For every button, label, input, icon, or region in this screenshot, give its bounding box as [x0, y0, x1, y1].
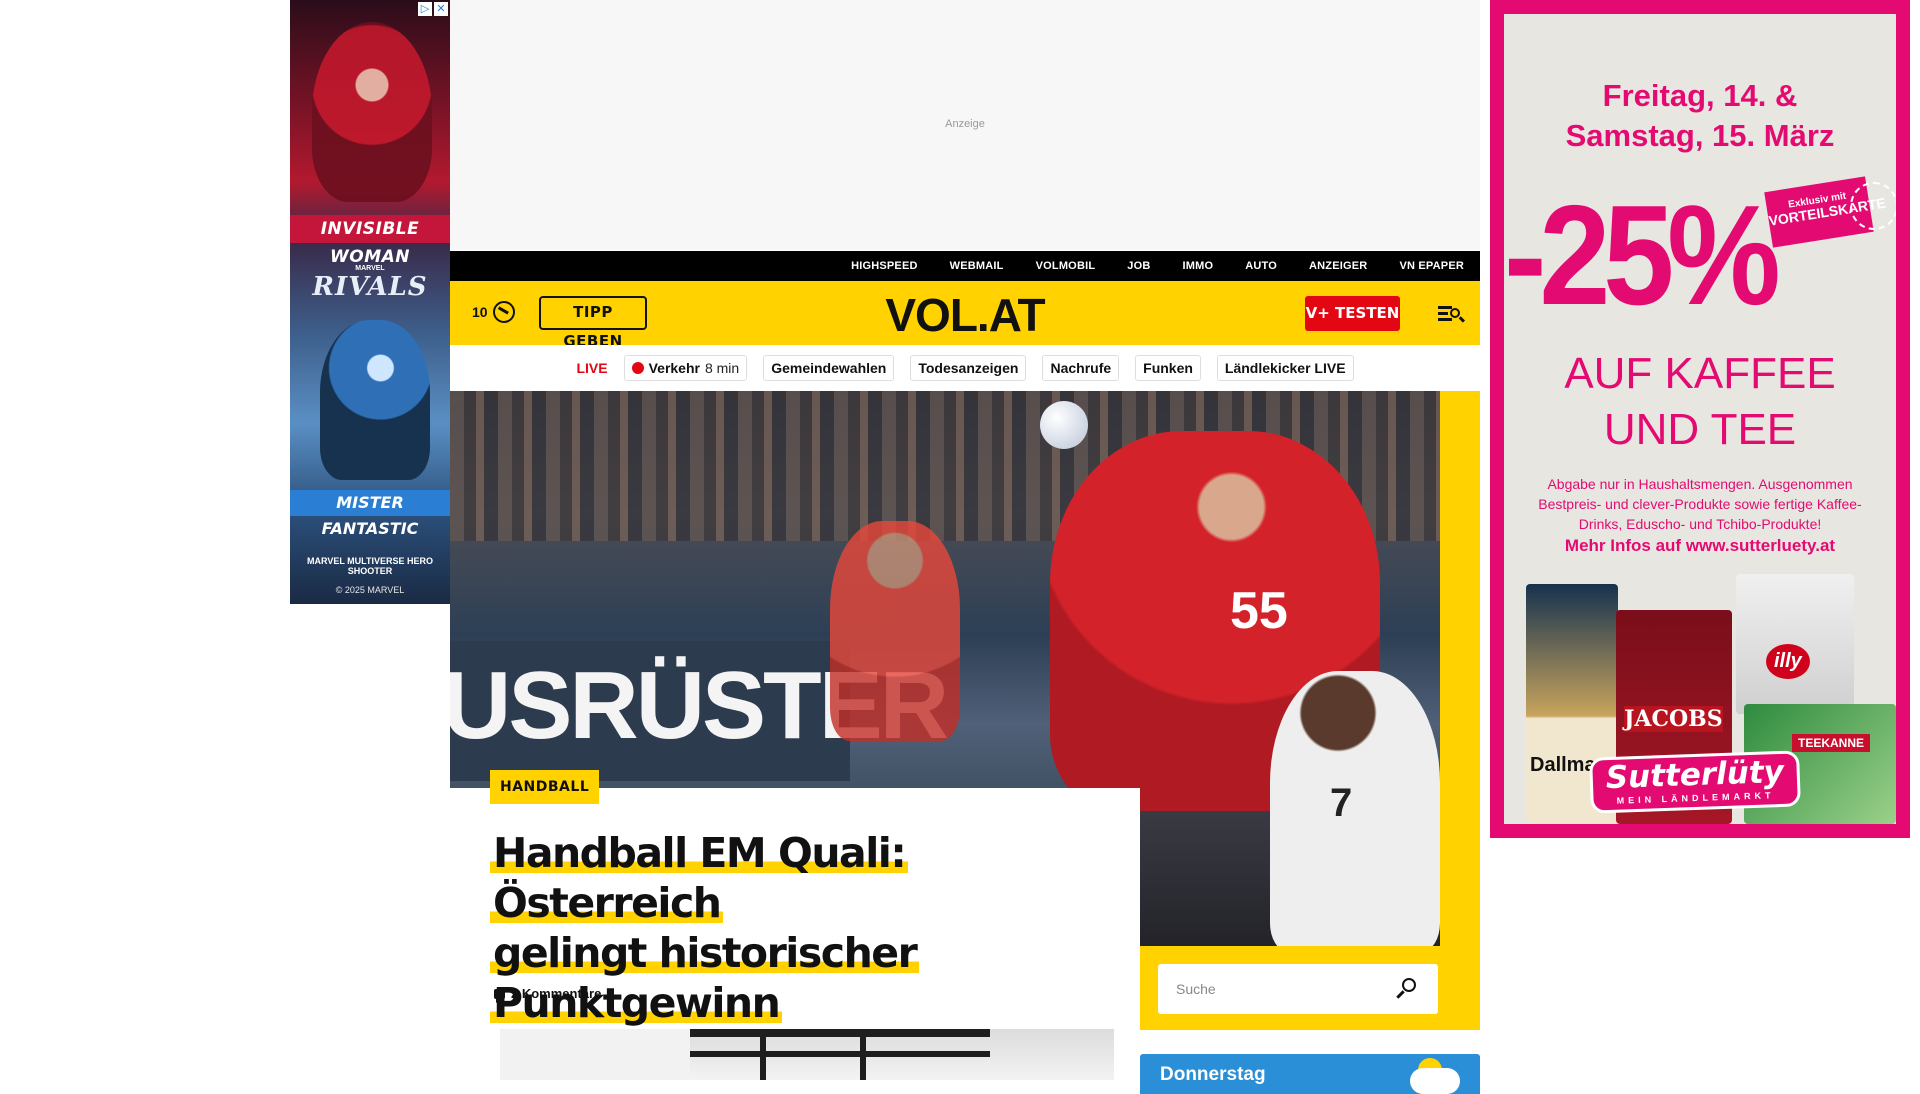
ad-hero2-image	[320, 320, 430, 480]
notification-icon	[492, 301, 515, 323]
ad-top-billboard[interactable]: Anzeige	[450, 0, 1480, 250]
ad-hero2-name: MISTER FANTASTIC	[290, 490, 450, 538]
site-header: 10 TIPP GEBEN VOL.AT V+ TESTEN	[450, 281, 1480, 350]
live-label: LIVE	[576, 360, 608, 376]
topic-laendlekicker-live[interactable]: Ländlekicker LIVE	[1216, 355, 1354, 381]
comments-count: 2 Kommentare	[511, 986, 602, 1001]
pack-label: TEEKANNE	[1792, 734, 1871, 752]
topic-verkehr-label: Verkehr	[648, 360, 700, 376]
hero-opponent-number: 7	[1330, 781, 1353, 825]
service-link-anzeiger[interactable]: ANZEIGER	[1309, 260, 1367, 272]
service-link-auto[interactable]: AUTO	[1245, 260, 1277, 272]
topic-bar: LIVE Verkehr 8 min Gemeindewahlen Todesa…	[450, 345, 1480, 391]
article-category[interactable]: HANDBALL	[490, 770, 600, 804]
ad-right-skyscraper[interactable]: Freitag, 14. & Samstag, 15. März -25% Ex…	[1490, 0, 1910, 838]
ad-hero-image	[312, 22, 432, 202]
ad-fine-print: Abgabe nur in Haushaltsmengen. Ausgenomm…	[1538, 476, 1862, 532]
weather-widget[interactable]: Donnerstag	[1140, 1054, 1480, 1094]
ad-brand-small: MARVEL	[355, 265, 385, 272]
ad-product: AUF KAFFEE UND TEE	[1504, 346, 1896, 458]
ad-right-content: Freitag, 14. & Samstag, 15. März -25% Ex…	[1504, 14, 1896, 824]
ad-hero1-name: INVISIBLE WOMAN	[290, 215, 450, 267]
ad-date: Freitag, 14. & Samstag, 15. März	[1504, 76, 1896, 156]
topic-todesanzeigen[interactable]: Todesanzeigen	[910, 355, 1027, 381]
search-icon	[1450, 308, 1460, 318]
hero-jersey-number: 55	[1230, 582, 1288, 640]
comments-link[interactable]: 2 Kommentare	[494, 986, 602, 1003]
menu-line-icon	[1438, 312, 1448, 315]
comment-icon	[494, 988, 505, 1003]
regional-seal-icon	[1850, 182, 1896, 230]
notification-count: 10	[472, 304, 488, 320]
coffee-can-illy: illy	[1736, 574, 1854, 714]
ad-brand-logo[interactable]: Sutterlüty MEIN LÄNDLEMARKT	[1589, 750, 1801, 814]
handball-ball	[1040, 401, 1088, 449]
search-icon	[1402, 978, 1416, 992]
topic-verkehr[interactable]: Verkehr 8 min	[623, 355, 748, 381]
ad-copyright: © 2025 MARVEL	[335, 585, 405, 595]
ad-brand: RIVALS	[312, 272, 428, 302]
image-beam	[860, 1029, 866, 1080]
menu-line-icon	[1438, 306, 1452, 309]
tipp-geben-button[interactable]: TIPP GEBEN	[539, 296, 647, 350]
service-link-volmobil[interactable]: VOLMOBIL	[1036, 260, 1096, 272]
ad-label: Anzeige	[945, 118, 985, 130]
image-panel	[500, 1029, 690, 1080]
ad-close-icon[interactable]: ✕	[434, 2, 448, 16]
pack-label: JACOBS	[1624, 706, 1723, 732]
search-submit-button[interactable]	[1394, 976, 1422, 1004]
service-link-job[interactable]: JOB	[1127, 260, 1150, 272]
menu-line-icon	[1438, 318, 1452, 321]
ad-left-skyscraper[interactable]: ▷ ✕ INVISIBLE WOMAN MARVEL RIVALS MISTER…	[290, 0, 450, 604]
headline-line: Handball EM Quali: Österreich	[490, 829, 909, 927]
topic-verkehr-time: 8 min	[704, 360, 740, 376]
pack-label: illy	[1766, 644, 1810, 679]
headline-line: gelingt historischer	[490, 929, 920, 977]
sidebar-yellow-strip	[1440, 391, 1480, 946]
sidebar-search	[1140, 946, 1480, 1030]
topic-gemeindewahlen[interactable]: Gemeindewahlen	[763, 355, 895, 381]
image-beam	[760, 1029, 766, 1080]
ad-date-line1: Freitag, 14. &	[1602, 78, 1798, 113]
lead-article[interactable]: HANDBALL Handball EM Quali: Österreich g…	[450, 770, 1140, 1080]
vplus-testen-button[interactable]: V+ TESTEN	[1305, 296, 1400, 331]
article-image[interactable]	[500, 1029, 1114, 1080]
hero-board: USRÜSTER	[450, 641, 949, 781]
notification-button[interactable]: 10	[472, 301, 515, 323]
ad-tagline: MARVEL MULTIVERSE HERO SHOOTER	[306, 556, 433, 576]
image-beam	[690, 1029, 990, 1037]
live-dot-icon	[631, 362, 644, 374]
search-icon-handle	[1396, 990, 1405, 999]
ad-more-info[interactable]: Mehr Infos auf www.sutterluety.at	[1504, 536, 1896, 556]
ad-discount: -25%	[1504, 176, 1781, 335]
ad-date-line2: Samstag, 15. März	[1565, 118, 1835, 153]
ad-product-line2: UND TEE	[1603, 405, 1797, 454]
service-nav: HIGHSPEED WEBMAIL VOLMOBIL JOB IMMO AUTO…	[450, 251, 1480, 281]
service-link-highspeed[interactable]: HIGHSPEED	[851, 260, 918, 272]
ad-info-icon[interactable]: ▷	[418, 2, 432, 16]
ad-product-line1: AUF KAFFEE	[1564, 349, 1836, 398]
hero-player-opponent: 7	[1270, 671, 1440, 946]
topic-funken[interactable]: Funken	[1135, 355, 1201, 381]
cloud-icon	[1410, 1068, 1460, 1094]
service-link-webmail[interactable]: WEBMAIL	[950, 260, 1004, 272]
service-link-vn-epaper[interactable]: VN EPAPER	[1399, 260, 1464, 272]
service-link-immo[interactable]: IMMO	[1182, 260, 1213, 272]
menu-search-button[interactable]	[1438, 303, 1464, 323]
image-beam	[690, 1051, 990, 1057]
weather-day: Donnerstag	[1160, 1064, 1266, 1085]
hero-player-bg	[830, 521, 960, 741]
ad-choices[interactable]: ▷ ✕	[418, 2, 448, 16]
topic-nachrufe[interactable]: Nachrufe	[1042, 355, 1120, 381]
